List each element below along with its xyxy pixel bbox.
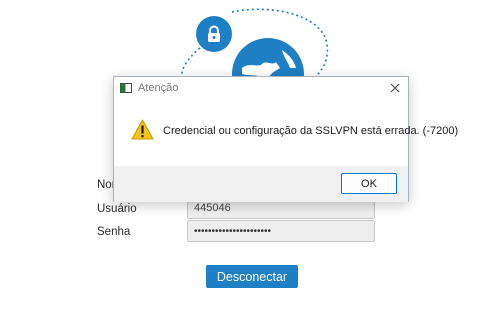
vpn-client-window: Nom Usuário 445046 Senha •••••••••••••••…	[0, 0, 500, 331]
dialog-body: Credencial ou configuração da SSLVPN est…	[114, 100, 458, 166]
user-label: Usuário	[97, 203, 137, 215]
password-field[interactable]: ••••••••••••••••••••••	[187, 220, 375, 242]
password-label: Senha	[97, 226, 131, 238]
dialog-footer: OK	[114, 166, 408, 202]
dialog-message: Credencial ou configuração da SSLVPN est…	[163, 125, 459, 137]
warning-dialog: Atenção Credencial ou configuração da SS…	[113, 76, 458, 202]
dialog-titlebar[interactable]: Atenção	[114, 77, 408, 100]
warning-icon	[131, 119, 154, 140]
disconnect-button[interactable]: Desconectar	[206, 265, 298, 288]
close-icon[interactable]	[388, 81, 402, 95]
dialog-title: Atenção	[138, 82, 179, 94]
app-window-icon	[120, 83, 132, 93]
ok-button[interactable]: OK	[341, 173, 397, 194]
lock-icon	[196, 16, 232, 52]
